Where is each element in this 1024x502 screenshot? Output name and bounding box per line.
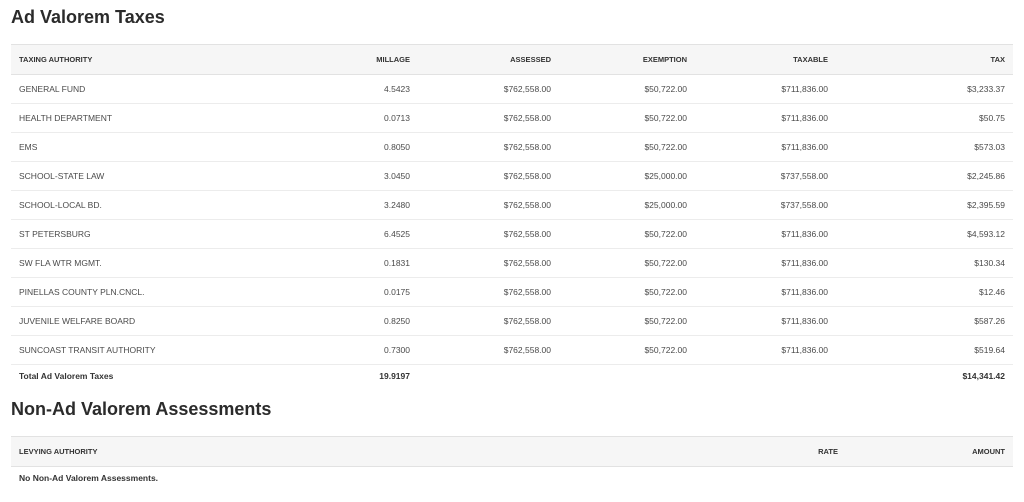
header-levying-authority: LEVYING AUTHORITY (11, 436, 742, 467)
cell-tax: $50.75 (836, 103, 1013, 133)
cell-assessed: $762,558.00 (418, 103, 559, 133)
cell-millage: 0.1831 (318, 248, 418, 278)
non-ad-valorem-table: LEVYING AUTHORITY RATE AMOUNT No Non-Ad … (11, 436, 1013, 489)
cell-taxable: $711,836.00 (695, 277, 836, 307)
table-row: HEALTH DEPARTMENT 0.0713 $762,558.00 $50,72… (11, 103, 1013, 133)
cell-exemption: $25,000.00 (559, 161, 695, 191)
cell-assessed: $762,558.00 (418, 161, 559, 191)
cell-exemption: $50,722.00 (559, 219, 695, 249)
cell-millage: 0.8050 (318, 132, 418, 162)
cell-exemption: $50,722.00 (559, 335, 695, 365)
table-header-row: LEVYING AUTHORITY RATE AMOUNT (11, 436, 1013, 467)
cell-tax: $130.34 (836, 248, 1013, 278)
cell-authority: JUVENILE WELFARE BOARD (11, 306, 318, 336)
header-tax: TAX (836, 44, 1013, 75)
cell-taxable: $711,836.00 (695, 306, 836, 336)
cell-millage: 3.2480 (318, 190, 418, 220)
total-row: Total Ad Valorem Taxes 19.9197 $14,341.4… (11, 365, 1013, 388)
cell-tax: $4,593.12 (836, 219, 1013, 249)
empty-row: No Non-Ad Valorem Assessments. (11, 467, 1013, 490)
cell-assessed: $762,558.00 (418, 335, 559, 365)
total-label: Total Ad Valorem Taxes (19, 371, 114, 381)
total-millage: 19.9197 (379, 371, 410, 381)
cell-taxable: $711,836.00 (695, 103, 836, 133)
cell-tax: $2,395.59 (836, 190, 1013, 220)
cell-millage: 4.5423 (318, 74, 418, 104)
cell-tax: $3,233.37 (836, 74, 1013, 104)
cell-taxable: $711,836.00 (695, 219, 836, 249)
cell-exemption: $25,000.00 (559, 190, 695, 220)
cell-millage: 0.0713 (318, 103, 418, 133)
cell-authority: SW FLA WTR MGMT. (11, 248, 318, 278)
table-row: SCHOOL-STATE LAW 3.0450 $762,558.00 $25,000… (11, 161, 1013, 191)
table-row: GENERAL FUND 4.5423 $762,558.00 $50,722.00 $… (11, 74, 1013, 104)
total-empty-cell (418, 365, 559, 388)
cell-exemption: $50,722.00 (559, 248, 695, 278)
cell-assessed: $762,558.00 (418, 190, 559, 220)
cell-assessed: $762,558.00 (418, 219, 559, 249)
cell-tax: $519.64 (836, 335, 1013, 365)
header-rate: RATE (742, 436, 846, 467)
table-row: JUVENILE WELFARE BOARD 0.8250 $762,558.00 $… (11, 306, 1013, 336)
cell-exemption: $50,722.00 (559, 74, 695, 104)
table-row: ST PETERSBURG 6.4525 $762,558.00 $50,722.00… (11, 219, 1013, 249)
non-ad-valorem-title: Non-Ad Valorem Assessments (11, 399, 272, 419)
cell-authority: SUNCOAST TRANSIT AUTHORITY (11, 335, 318, 365)
cell-taxable: $711,836.00 (695, 74, 836, 104)
cell-authority: PINELLAS COUNTY PLN.CNCL. (11, 277, 318, 307)
cell-exemption: $50,722.00 (559, 277, 695, 307)
ad-valorem-body: GENERAL FUND 4.5423 $762,558.00 $50,722.00 $… (11, 74, 1013, 388)
cell-millage: 6.4525 (318, 219, 418, 249)
cell-tax: $12.46 (836, 277, 1013, 307)
header-taxing-authority: TAXING AUTHORITY (11, 44, 318, 75)
ad-valorem-title: Ad Valorem Taxes (11, 7, 165, 27)
tax-page: Ad Valorem Taxes TAXING AUTHORITY MILLAG… (0, 0, 1024, 502)
cell-assessed: $762,558.00 (418, 306, 559, 336)
cell-exemption: $50,722.00 (559, 103, 695, 133)
table-row: PINELLAS COUNTY PLN.CNCL. 0.0175 $762,558.… (11, 277, 1013, 307)
cell-assessed: $762,558.00 (418, 74, 559, 104)
table-row: SUNCOAST TRANSIT AUTHORITY 0.7300 $762,558… (11, 335, 1013, 365)
total-empty-cell (559, 365, 695, 388)
cell-tax: $573.03 (836, 132, 1013, 162)
table-row: SCHOOL-LOCAL BD. 3.2480 $762,558.00 $25,000… (11, 190, 1013, 220)
cell-taxable: $737,558.00 (695, 161, 836, 191)
cell-millage: 0.8250 (318, 306, 418, 336)
cell-millage: 0.7300 (318, 335, 418, 365)
table-row: SW FLA WTR MGMT. 0.1831 $762,558.00 $50,722… (11, 248, 1013, 278)
header-millage: MILLAGE (318, 44, 418, 75)
cell-exemption: $50,722.00 (559, 306, 695, 336)
table-row: EMS 0.8050 $762,558.00 $50,722.00 $711,836.0… (11, 132, 1013, 162)
cell-taxable: $737,558.00 (695, 190, 836, 220)
header-assessed: ASSESSED (418, 44, 559, 75)
total-tax: $14,341.42 (962, 371, 1005, 381)
header-taxable: TAXABLE (695, 44, 836, 75)
cell-millage: 0.0175 (318, 277, 418, 307)
ad-valorem-table: TAXING AUTHORITY MILLAGE ASSESSED EXEMPT… (11, 44, 1013, 387)
cell-authority: EMS (11, 132, 318, 162)
cell-assessed: $762,558.00 (418, 248, 559, 278)
cell-authority: SCHOOL-STATE LAW (11, 161, 318, 191)
cell-tax: $2,245.86 (836, 161, 1013, 191)
cell-tax: $587.26 (836, 306, 1013, 336)
empty-message: No Non-Ad Valorem Assessments. (19, 473, 159, 483)
cell-assessed: $762,558.00 (418, 132, 559, 162)
table-header-row: TAXING AUTHORITY MILLAGE ASSESSED EXEMPT… (11, 44, 1013, 75)
cell-taxable: $711,836.00 (695, 132, 836, 162)
cell-taxable: $711,836.00 (695, 335, 836, 365)
cell-taxable: $711,836.00 (695, 248, 836, 278)
cell-authority: SCHOOL-LOCAL BD. (11, 190, 318, 220)
cell-authority: GENERAL FUND (11, 74, 318, 104)
cell-authority: HEALTH DEPARTMENT (11, 103, 318, 133)
cell-exemption: $50,722.00 (559, 132, 695, 162)
cell-assessed: $762,558.00 (418, 277, 559, 307)
total-empty-cell (695, 365, 836, 388)
cell-millage: 3.0450 (318, 161, 418, 191)
header-exemption: EXEMPTION (559, 44, 695, 75)
header-amount: AMOUNT (846, 436, 1013, 467)
cell-authority: ST PETERSBURG (11, 219, 318, 249)
